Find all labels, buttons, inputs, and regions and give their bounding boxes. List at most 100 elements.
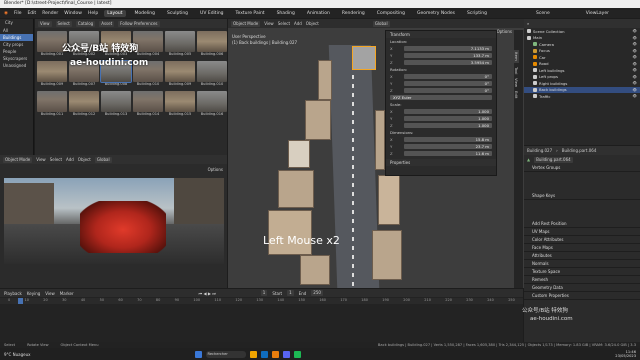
menu-playback[interactable]: Playback <box>4 291 22 296</box>
rotation-z-field[interactable]: 0° <box>404 87 492 94</box>
properties-panel-header[interactable]: Color Attributes <box>524 236 640 244</box>
catalog-people[interactable]: People <box>0 48 33 55</box>
rotation-mode-dropdown[interactable]: XYZ Euler <box>390 94 492 101</box>
sidebar-tab-tool[interactable]: Tool <box>514 67 519 74</box>
location-x-field[interactable]: 7.1133 m <box>404 45 492 52</box>
asset-tile[interactable]: Building.011 <box>37 91 67 119</box>
menu-keying[interactable]: Keying <box>27 291 40 296</box>
catalog-skyscrapers[interactable]: Skyscrapers <box>0 55 33 62</box>
tab-uv-editing[interactable]: UV Editing <box>197 10 226 17</box>
properties-panel-header[interactable]: Shape Keys <box>524 192 640 200</box>
app-icon[interactable] <box>282 350 290 358</box>
timeline-ruler[interactable]: 0 10 20 30 40 50 60 70 80 90 100 110 120 130 140 150 160… <box>0 298 523 304</box>
properties-panel-header[interactable]: Vertex Groups <box>524 164 640 172</box>
visibility-eye-icon[interactable]: 👁 <box>633 29 637 33</box>
visibility-eye-icon[interactable]: 👁 <box>633 36 637 40</box>
import-method-dropdown[interactable]: Follow Preferences <box>118 20 160 27</box>
mesh-data-selector[interactable]: ▲ Building.part.064 <box>524 155 640 164</box>
menu-select[interactable]: Select <box>278 21 290 26</box>
breadcrumb-object[interactable]: Building.027 <box>527 148 552 153</box>
properties-panel-header[interactable]: Attributes <box>524 252 640 260</box>
scale-y-field[interactable]: 1.000 <box>404 115 492 122</box>
properties-panel-header[interactable]: UV Maps <box>524 228 640 236</box>
scene-selector[interactable]: Scene <box>536 11 550 16</box>
search-icon[interactable]: ⌕ <box>527 21 529 26</box>
menu-add[interactable]: Add <box>294 21 302 26</box>
taskbar-search[interactable]: Rechercher <box>205 350 246 358</box>
location-y[interactable]: Y 133.7 m <box>386 52 496 59</box>
visibility-eye-icon[interactable]: 👁 <box>633 42 637 46</box>
dimensions-x-field[interactable]: 15.8 m <box>404 136 492 143</box>
visibility-eye-icon[interactable]: 👁 <box>633 55 637 59</box>
dimensions-x[interactable]: X 15.8 m <box>386 136 496 143</box>
playhead[interactable] <box>18 298 23 304</box>
library-selector[interactable]: City <box>2 19 16 26</box>
properties-panel-header[interactable]: Geometry Data <box>524 284 640 292</box>
mode-dropdown[interactable]: Object Mode <box>3 156 33 163</box>
asset-tile[interactable]: Building.014 <box>133 91 163 119</box>
menu-render[interactable]: Render <box>42 11 58 16</box>
catalog-city-props[interactable]: City props <box>0 41 33 48</box>
location-z-field[interactable]: 3.5954 m <box>404 59 492 66</box>
visibility-eye-icon[interactable]: 👁 <box>633 49 637 53</box>
menu-select[interactable]: Select <box>50 157 62 162</box>
properties-panel-header[interactable]: Normals <box>524 260 640 268</box>
properties-panel-header[interactable]: Texture Space <box>524 268 640 276</box>
end-frame-field[interactable]: 250 <box>311 290 323 296</box>
menu-file[interactable]: File <box>14 11 22 16</box>
blender-logo-icon[interactable]: ◉ <box>4 11 8 16</box>
edge-icon[interactable] <box>260 350 268 358</box>
scale-x[interactable]: X 1.000 <box>386 108 496 115</box>
tab-compositing[interactable]: Compositing <box>374 10 408 17</box>
properties-panel-header[interactable]: Face Maps <box>524 244 640 252</box>
catalog-unassigned[interactable]: Unassigned <box>0 62 33 69</box>
visibility-eye-icon[interactable]: 👁 <box>633 81 637 85</box>
menu-select[interactable]: Select <box>55 20 72 27</box>
asset-tile[interactable]: Building.009 <box>37 61 67 89</box>
asset-tile[interactable]: Building.013 <box>101 91 131 119</box>
visibility-eye-icon[interactable]: 👁 <box>633 94 637 98</box>
menu-asset[interactable]: Asset <box>99 20 115 27</box>
sidebar-tab-edit[interactable]: Edit <box>514 91 519 98</box>
rotation-x-field[interactable]: 0° <box>404 73 492 80</box>
rotation-y-field[interactable]: 0° <box>404 80 492 87</box>
tab-rendering[interactable]: Rendering <box>339 10 368 17</box>
dimensions-z-field[interactable]: 11.6 m <box>404 150 492 157</box>
menu-view[interactable]: View <box>45 291 55 296</box>
catalog-buildings[interactable]: Buildings <box>0 34 33 41</box>
asset-tile[interactable]: Building.005 <box>165 31 195 59</box>
mesh-data-name[interactable]: Building.part.064 <box>534 156 573 163</box>
tab-shading[interactable]: Shading <box>274 10 298 17</box>
rotation-y[interactable]: Y 0° <box>386 80 496 87</box>
tab-scripting[interactable]: Scripting <box>464 10 490 17</box>
asset-tile[interactable]: Building.010 <box>197 61 227 89</box>
visibility-eye-icon[interactable]: 👁 <box>633 75 637 79</box>
asset-tile[interactable]: Building.012 <box>69 91 99 119</box>
rotation-mode-row[interactable]: XYZ Euler <box>386 94 496 101</box>
menu-marker[interactable]: Marker <box>60 291 74 296</box>
current-frame-field[interactable]: 1 <box>260 290 268 296</box>
asset-tile[interactable]: Building.016 <box>197 91 227 119</box>
menu-catalog[interactable]: Catalog <box>75 20 96 27</box>
menu-help[interactable]: Help <box>88 11 98 16</box>
visibility-eye-icon[interactable]: 👁 <box>633 68 637 72</box>
orientation-dropdown[interactable]: Global <box>94 156 112 163</box>
scale-y[interactable]: Y 1.000 <box>386 115 496 122</box>
tab-sculpting[interactable]: Sculpting <box>164 10 191 17</box>
tab-geometry-nodes[interactable]: Geometry Nodes <box>414 10 458 17</box>
tab-texture-paint[interactable]: Texture Paint <box>233 10 268 17</box>
menu-edit[interactable]: Edit <box>27 11 36 16</box>
properties-panel-header[interactable]: Remesh <box>524 276 640 284</box>
options-button[interactable]: Options <box>208 167 223 172</box>
file-explorer-icon[interactable] <box>249 350 257 358</box>
asset-tile[interactable]: Building.006 <box>197 31 227 59</box>
asset-tile[interactable]: Building.015 <box>165 91 195 119</box>
scale-x-field[interactable]: 1.000 <box>404 108 492 115</box>
sidebar-tab-view[interactable]: View <box>514 78 519 87</box>
menu-view[interactable]: View <box>38 20 52 27</box>
weather-widget[interactable]: 9°C Nuageux <box>4 352 31 357</box>
menu-view[interactable]: View <box>264 21 274 26</box>
properties-subpanel-header[interactable]: Properties <box>386 159 496 166</box>
rotation-z[interactable]: Z 0° <box>386 87 496 94</box>
view-layer-selector[interactable]: ViewLayer <box>586 11 609 16</box>
